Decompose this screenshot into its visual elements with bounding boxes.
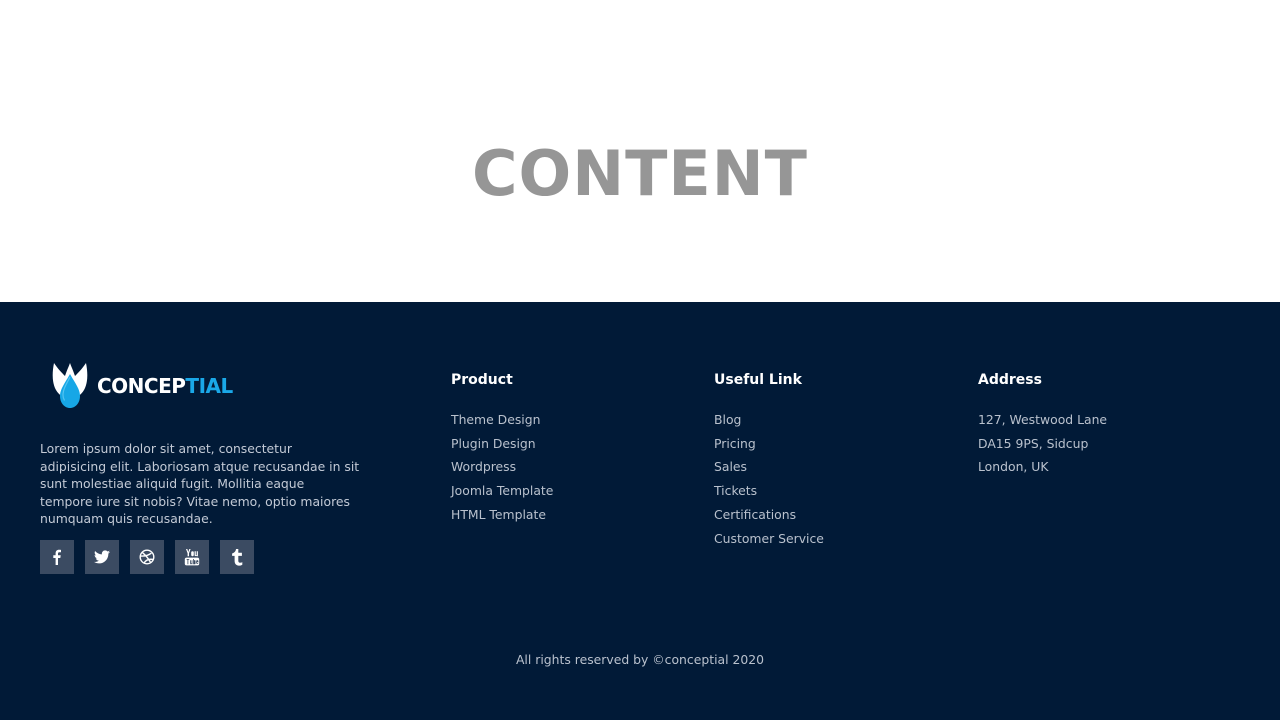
logo-wordmark: CONCEPTIAL	[97, 374, 233, 398]
content-section: CONTENT	[0, 0, 1280, 302]
social-links	[40, 540, 254, 574]
address-line: London, UK	[978, 459, 1049, 475]
product-link-joomla-template[interactable]: Joomla Template	[451, 479, 553, 503]
footer-logo[interactable]: CONCEPTIAL	[48, 358, 233, 412]
product-column: Product Theme Design Plugin Design Wordp…	[451, 372, 553, 527]
youtube-button[interactable]	[175, 540, 209, 574]
useful-link-heading: Useful Link	[714, 372, 802, 388]
water-drop-logo-icon	[52, 363, 88, 408]
address-line: DA15 9PS, Sidcup	[978, 435, 1089, 451]
about-text: Lorem ipsum dolor sit amet, consectetur …	[40, 441, 360, 527]
address-column: Address 127, Westwood Lane DA15 9PS, Sid…	[978, 372, 1107, 479]
tumblr-button[interactable]	[220, 540, 254, 574]
dribbble-icon	[139, 549, 155, 565]
product-heading: Product	[451, 372, 513, 388]
product-link-html-template[interactable]: HTML Template	[451, 503, 553, 527]
content-title: CONTENT	[472, 137, 808, 210]
useful-link-pricing[interactable]: Pricing	[714, 432, 824, 456]
address-line: 127, Westwood Lane	[978, 412, 1108, 427]
site-footer: CONCEPTIAL Lorem ipsum dolor sit amet, c…	[0, 302, 1280, 720]
facebook-icon	[53, 549, 61, 565]
useful-link-tickets[interactable]: Tickets	[714, 479, 824, 503]
youtube-icon	[184, 548, 200, 565]
address-heading: Address	[978, 372, 1042, 388]
useful-link-sales[interactable]: Sales	[714, 455, 824, 479]
useful-link-customer-service[interactable]: Customer Service	[714, 527, 824, 551]
product-link-wordpress[interactable]: Wordpress	[451, 455, 553, 479]
useful-link-certifications[interactable]: Certifications	[714, 503, 824, 527]
facebook-button[interactable]	[40, 540, 74, 574]
useful-link-blog[interactable]: Blog	[714, 408, 824, 432]
dribbble-button[interactable]	[130, 540, 164, 574]
twitter-icon	[94, 550, 110, 564]
copyright-text: All rights reserved by ©conceptial 2020	[515, 652, 765, 667]
twitter-button[interactable]	[85, 540, 119, 574]
product-link-theme-design[interactable]: Theme Design	[451, 408, 553, 432]
tumblr-icon	[232, 548, 243, 566]
product-link-plugin-design[interactable]: Plugin Design	[451, 432, 553, 456]
useful-link-column: Useful Link Blog Pricing Sales Tickets C…	[714, 372, 824, 550]
